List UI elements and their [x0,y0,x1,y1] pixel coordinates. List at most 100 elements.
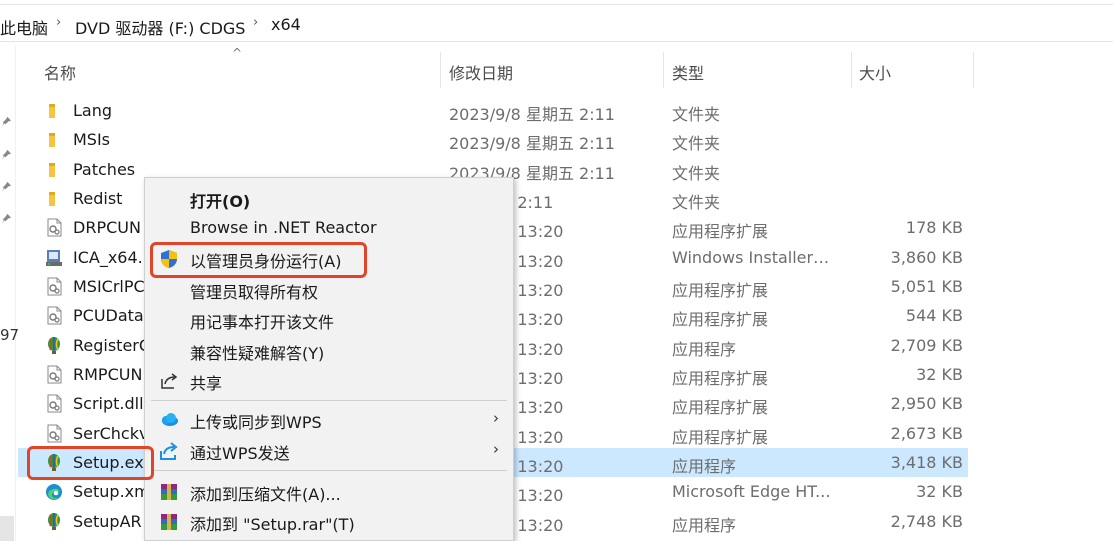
folder-row[interactable]: Lang 2023/9/8 星期五 2:11 文件夹 [18,96,968,125]
dll-icon [47,365,62,384]
winrar-icon [161,514,177,530]
column-header-date[interactable]: 修改日期 [449,60,513,84]
menu-item-send-via-wps[interactable]: 通过WPS发送 › [145,435,513,465]
file-name: MSIs [73,130,111,149]
column-header-row: 名称 修改日期 类型 大小 [18,46,1113,92]
file-type: 应用程序 [672,340,737,359]
winrar-icon [161,484,177,500]
menu-item-add-to-setup-rar[interactable]: 添加到 "Setup.rar"(T) [145,506,513,536]
breadcrumb-this-pc[interactable]: 此电脑 [0,15,48,39]
nav-partial-label: 97 [0,326,20,344]
dll-icon [47,424,62,443]
dll-icon [47,394,62,413]
folder-row[interactable]: MSIs 2023/9/8 星期五 2:11 文件夹 [18,125,968,154]
column-header-type[interactable]: 类型 [672,60,704,84]
file-type: 应用程序扩展 [672,428,769,447]
file-name: SerChckv [73,424,149,443]
context-menu: 打开(O) Browse in .NET Reactor 以管理员身份运行(A)… [144,177,514,541]
sort-ascending-icon: ^ [232,46,243,60]
file-name: PCUData [73,306,144,325]
menu-item-label: 添加到 "Setup.rar"(T) [190,515,355,534]
dll-icon [47,306,62,325]
file-type: 应用程序扩展 [672,281,769,300]
file-type: 应用程序扩展 [672,222,769,241]
menu-item-label: 打开(O) [190,192,251,211]
column-divider[interactable] [663,52,664,88]
file-type: 文件夹 [672,164,721,183]
file-size: 3,418 KB [890,453,963,472]
column-header-name[interactable]: 名称 [44,60,76,84]
menu-item-share[interactable]: 共享 [145,365,513,395]
file-name: Script.dll [73,394,144,413]
menu-item-label: 添加到压缩文件(A)... [190,485,341,504]
file-type: Windows Installer ... [672,248,832,267]
menu-item-take-ownership[interactable]: 管理员取得所有权 [145,274,513,304]
highlight-run-as-admin [150,242,367,278]
menu-item-label: Browse in .NET Reactor [190,218,377,237]
file-name: Lang [73,101,113,120]
folder-icon [49,192,55,206]
file-size: 2,673 KB [890,424,963,443]
column-divider[interactable] [973,52,974,88]
submenu-arrow-icon: › [493,409,499,427]
file-type: 应用程序 [672,457,737,476]
file-type: 应用程序扩展 [672,398,769,417]
file-name: ICA_x64.r [73,248,150,267]
file-type: 文件夹 [672,134,721,153]
wps-send-icon [160,442,178,460]
file-type: 文件夹 [672,193,721,212]
menu-separator [151,400,507,401]
menu-item-add-to-archive[interactable]: 添加到压缩文件(A)... [145,476,513,506]
column-divider[interactable] [440,52,441,88]
file-type: 应用程序扩展 [672,369,769,388]
menu-item-label: 通过WPS发送 [190,444,290,463]
folder-icon [49,133,55,147]
breadcrumb-chevron-icon[interactable]: › [253,15,258,30]
file-type: 应用程序 [672,516,737,535]
file-size: 2,950 KB [890,394,963,413]
file-modified-date: 2023/9/8 星期五 2:11 [449,105,615,124]
menu-item-open[interactable]: 打开(O) [145,183,513,213]
file-size: 2,748 KB [890,512,963,531]
corel-balloon-icon [48,337,60,354]
menu-item-open-with-notepad[interactable]: 用记事本打开该文件 [145,304,513,334]
pin-icon[interactable] [1,149,12,160]
file-size: 5,051 KB [890,277,963,296]
menu-item-label: 用记事本打开该文件 [190,313,335,332]
pin-icon[interactable] [1,116,12,127]
folder-icon [49,163,55,177]
file-size: 32 KB [916,365,963,384]
pin-icon[interactable] [1,181,12,192]
msi-icon [46,250,62,266]
nav-selected-item[interactable] [0,516,14,541]
highlight-setup-exe [27,446,154,480]
menu-item-browse-net-reactor[interactable]: Browse in .NET Reactor [145,213,513,243]
file-size: 544 KB [905,306,963,325]
column-header-size[interactable]: 大小 [859,60,891,84]
file-name: Patches [73,160,136,179]
menu-item-troubleshoot-compatibility[interactable]: 兼容性疑难解答(Y) [145,335,513,365]
submenu-arrow-icon: › [493,440,499,458]
file-size: 2,709 KB [890,336,963,355]
file-type: 应用程序扩展 [672,310,769,329]
breadcrumb-dvd-drive[interactable]: DVD 驱动器 (F:) CDGS [75,15,245,39]
file-name: RMPCUN [73,365,143,384]
edge-icon [46,484,62,500]
navigation-pane[interactable]: 97 [0,46,20,541]
menu-item-label: 管理员取得所有权 [190,283,319,302]
file-name: DRPCUN [73,218,141,237]
menu-item-label: 共享 [190,374,223,393]
address-bar[interactable]: 此电脑 › DVD 驱动器 (F:) CDGS › x64 [0,0,1113,46]
file-name: SetupAR [73,512,142,531]
breadcrumb-x64[interactable]: x64 [271,15,301,34]
pin-icon[interactable] [1,213,12,224]
file-modified-date: 2023/9/8 星期五 2:11 [449,134,615,153]
share-icon [161,373,178,389]
menu-item-upload-to-wps[interactable]: 上传或同步到WPS › [145,404,513,434]
column-divider[interactable] [851,52,852,88]
corel-balloon-icon [48,513,60,530]
file-type: 文件夹 [672,105,721,124]
file-type: Microsoft Edge HT... [672,482,831,501]
file-name: MSICrlPC [73,277,145,296]
breadcrumb-chevron-icon[interactable]: › [56,15,61,30]
